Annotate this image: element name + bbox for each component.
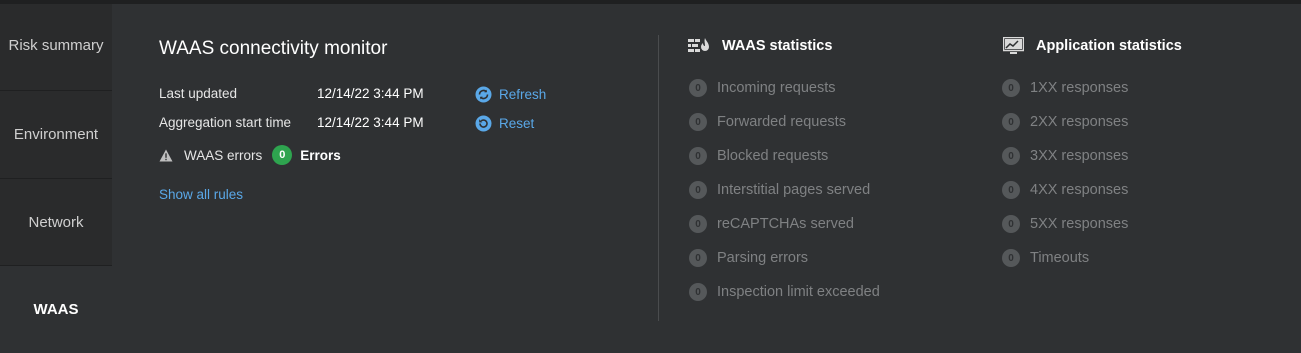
- errors-label: Errors: [300, 147, 341, 163]
- show-all-rules-link[interactable]: Show all rules: [159, 187, 243, 202]
- count-badge: 0: [1002, 249, 1020, 267]
- sidebar-item-label: Network: [28, 213, 84, 231]
- count-badge: 0: [1002, 147, 1020, 165]
- stat-recaptchas-served: 0 reCAPTCHAs served: [689, 215, 854, 233]
- stat-label: Inspection limit exceeded: [717, 284, 880, 300]
- application-statistics-title: Application statistics: [1036, 38, 1182, 54]
- stat-label: 4XX responses: [1030, 182, 1129, 198]
- count-badge: 0: [1002, 113, 1020, 131]
- page-title: WAAS connectivity monitor: [159, 38, 388, 59]
- waas-statistics-heading: WAAS statistics: [688, 37, 832, 55]
- sidebar-item-environment[interactable]: Environment: [0, 91, 112, 179]
- count-badge: 0: [1002, 181, 1020, 199]
- sidebar-item-risk-summary[interactable]: Risk summary: [0, 4, 112, 91]
- waas-statistics-title: WAAS statistics: [722, 38, 833, 54]
- stat-label: 2XX responses: [1030, 114, 1129, 130]
- waas-errors-row: WAAS errors 0 Errors: [159, 145, 341, 165]
- count-badge: 0: [689, 113, 707, 131]
- monitor-chart-icon: [1003, 37, 1024, 55]
- stat-label: 5XX responses: [1030, 216, 1129, 232]
- last-updated-value: 12/14/22 3:44 PM: [317, 86, 424, 101]
- stat-3xx-responses: 0 3XX responses: [1002, 147, 1128, 165]
- count-badge: 0: [689, 147, 707, 165]
- stat-label: Incoming requests: [717, 80, 836, 96]
- last-updated-label: Last updated: [159, 86, 238, 101]
- stat-1xx-responses: 0 1XX responses: [1002, 79, 1128, 97]
- stat-2xx-responses: 0 2XX responses: [1002, 113, 1128, 131]
- errors-count-badge: 0: [272, 145, 293, 165]
- warning-icon: [159, 149, 173, 162]
- stat-label: Interstitial pages served: [717, 182, 871, 198]
- sidebar: Risk summary Environment Network WAAS: [0, 4, 112, 353]
- stat-incoming-requests: 0 Incoming requests: [689, 79, 835, 97]
- stat-label: reCAPTCHAs served: [717, 216, 854, 232]
- refresh-icon: [475, 86, 499, 103]
- stat-inspection-limit: 0 Inspection limit exceeded: [689, 283, 880, 301]
- stat-label: Forwarded requests: [717, 114, 846, 130]
- count-badge: 0: [689, 249, 707, 267]
- stat-label: Blocked requests: [717, 148, 829, 164]
- sidebar-item-label: Environment: [13, 126, 99, 143]
- aggregation-start-value: 12/14/22 3:44 PM: [317, 115, 424, 130]
- count-badge: 0: [689, 79, 707, 97]
- waas-errors-label: WAAS errors: [184, 147, 263, 163]
- stat-blocked-requests: 0 Blocked requests: [689, 147, 828, 165]
- count-badge: 0: [1002, 215, 1020, 233]
- count-badge: 0: [1002, 79, 1020, 97]
- refresh-label: Refresh: [499, 87, 547, 102]
- reset-button[interactable]: Reset: [475, 115, 534, 132]
- reset-icon: [475, 115, 499, 132]
- stat-label: Timeouts: [1030, 250, 1090, 266]
- stat-5xx-responses: 0 5XX responses: [1002, 215, 1128, 233]
- stat-parsing-errors: 0 Parsing errors: [689, 249, 808, 267]
- sidebar-item-label: WAAS: [33, 301, 79, 318]
- top-bar: [0, 0, 1301, 4]
- stat-4xx-responses: 0 4XX responses: [1002, 181, 1128, 199]
- stat-label: 3XX responses: [1030, 148, 1129, 164]
- sidebar-item-waas[interactable]: WAAS: [0, 266, 112, 353]
- reset-label: Reset: [499, 116, 535, 131]
- aggregation-start-label: Aggregation start time: [159, 115, 292, 130]
- stat-interstitial-pages: 0 Interstitial pages served: [689, 181, 870, 199]
- sidebar-item-label: Risk summary: [8, 36, 104, 54]
- firewall-flame-icon: [688, 37, 710, 55]
- stat-timeouts: 0 Timeouts: [1002, 249, 1089, 267]
- count-badge: 0: [689, 215, 707, 233]
- application-statistics-heading: Application statistics: [1003, 37, 1182, 55]
- count-badge: 0: [689, 283, 707, 301]
- stat-label: 1XX responses: [1030, 80, 1129, 96]
- section-divider: [658, 35, 659, 321]
- sidebar-item-network[interactable]: Network: [0, 179, 112, 266]
- refresh-button[interactable]: Refresh: [475, 86, 546, 103]
- count-badge: 0: [689, 181, 707, 199]
- stat-forwarded-requests: 0 Forwarded requests: [689, 113, 846, 131]
- stat-label: Parsing errors: [717, 250, 809, 266]
